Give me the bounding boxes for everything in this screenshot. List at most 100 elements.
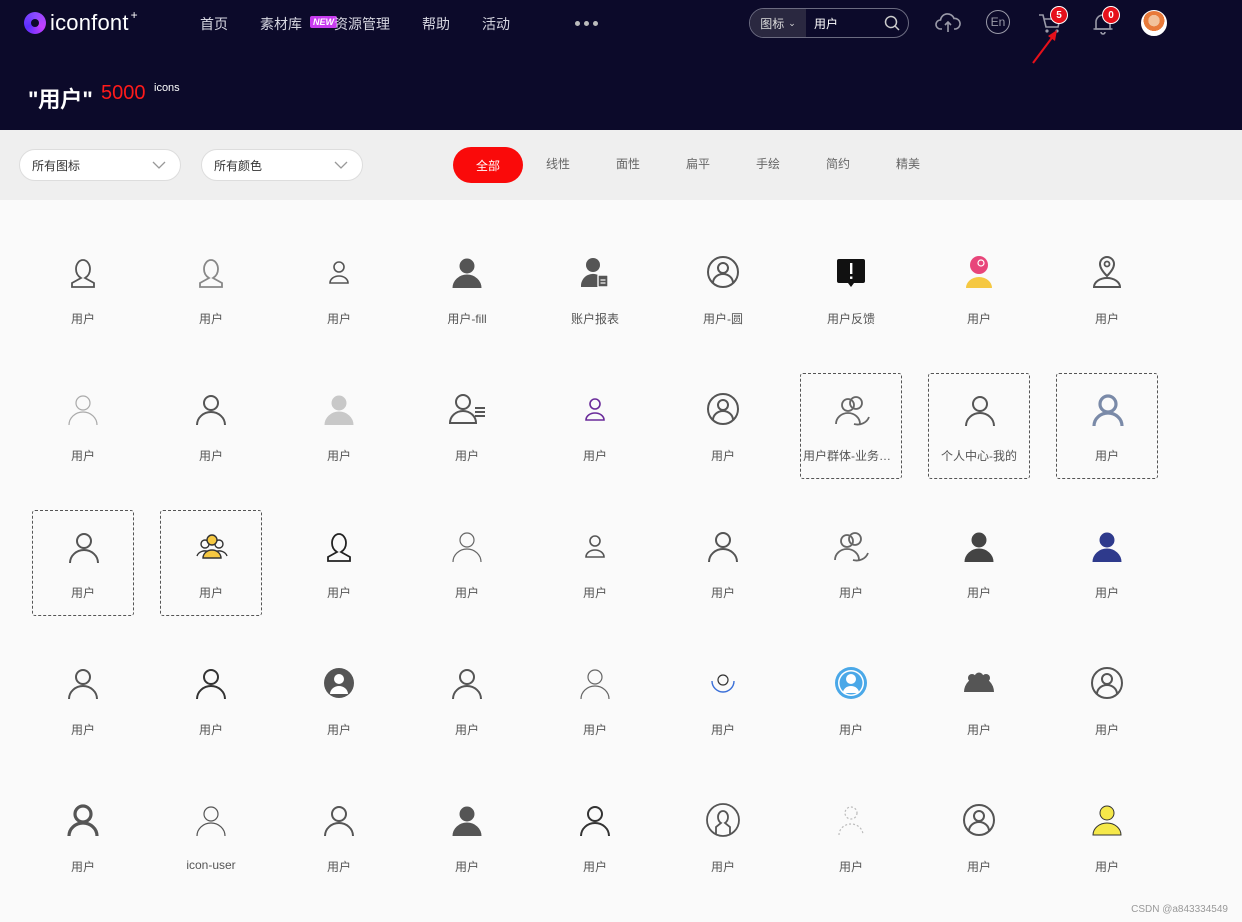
icon-card[interactable]: 用户 (160, 510, 262, 616)
icon-card[interactable]: 用户 (288, 784, 390, 890)
icon-label: 用户 (454, 586, 479, 600)
icon-label: 用户 (966, 723, 991, 737)
main-nav: 首页 素材库 NEW 资源管理 帮助 活动 (200, 14, 542, 34)
icon-type-select[interactable]: 所有图标 (19, 149, 181, 181)
icon-card[interactable]: 用户 (800, 510, 902, 616)
icon-label: 用户 (198, 586, 223, 600)
icon-label: 用户 (326, 586, 351, 600)
icon-card[interactable]: 用户 (416, 510, 518, 616)
icon-card[interactable]: 用户 (416, 373, 518, 479)
nav-home[interactable]: 首页 (200, 14, 228, 34)
tab-all[interactable]: 全部 (453, 147, 523, 183)
icon-label: 账户报表 (570, 312, 619, 326)
icon-label: 用户 (198, 312, 223, 326)
icon-card[interactable]: 用户 (544, 510, 646, 616)
icon-card[interactable]: 用户 (928, 510, 1030, 616)
nav-activity[interactable]: 活动 (482, 14, 510, 34)
icon-card[interactable]: 用户 (288, 647, 390, 753)
user-icon (452, 532, 482, 563)
icon-card[interactable]: 个人中心-我的 (928, 373, 1030, 479)
icon-card[interactable]: 用户 (32, 784, 134, 890)
icon-card[interactable]: icon-user (160, 784, 262, 890)
icon-label: 用户 (1094, 312, 1119, 326)
user-icon (834, 532, 869, 562)
icon-card[interactable]: 用户 (672, 784, 774, 890)
icon-label: 用户 (454, 449, 479, 463)
user-icon (1092, 532, 1122, 563)
icon-card[interactable]: 用户 (928, 236, 1030, 342)
icon-card[interactable]: 用户 (544, 373, 646, 479)
icon-label: 用户 (326, 312, 351, 326)
user-icon (452, 669, 482, 700)
tab-fine[interactable]: 精美 (896, 155, 920, 172)
icon-label: 用户 (198, 449, 223, 463)
icon-card[interactable]: 用户 (32, 373, 134, 479)
icon-card[interactable]: 用户群体-业务查询 (800, 373, 902, 479)
icon-card[interactable]: 用户 (928, 784, 1030, 890)
icon-label: 用户 (1094, 586, 1119, 600)
logo[interactable]: iconfont + (24, 8, 138, 36)
nav-resources[interactable]: 资源管理 (334, 14, 390, 34)
search-icon[interactable] (884, 15, 900, 31)
search-type-select[interactable]: 图标 ⌄ (750, 9, 806, 37)
color-select[interactable]: 所有颜色 (201, 149, 363, 181)
icon-card[interactable]: 用户 (800, 784, 902, 890)
icon-card[interactable]: 用户 (544, 647, 646, 753)
nav-help[interactable]: 帮助 (422, 14, 450, 34)
icon-card[interactable]: 用户 (32, 647, 134, 753)
icon-card[interactable]: 用户 (288, 510, 390, 616)
more-icon[interactable] (575, 21, 602, 26)
icon-card[interactable]: 用户 (800, 647, 902, 753)
icon-card[interactable]: 用户 (672, 373, 774, 479)
icon-card[interactable]: 用户 (160, 373, 262, 479)
icon-card[interactable]: 用户 (1056, 373, 1158, 479)
icon-card[interactable]: 用户 (416, 647, 518, 753)
icon-card[interactable]: 用户 (1056, 647, 1158, 753)
icon-card[interactable]: 用户 (928, 647, 1030, 753)
user-icon (324, 806, 354, 837)
tab-hand-drawn[interactable]: 手绘 (756, 155, 780, 172)
upload-cloud-icon[interactable] (935, 10, 961, 36)
icon-card[interactable]: 用户-fill (416, 236, 518, 342)
user-icon (452, 258, 482, 289)
tab-filled[interactable]: 面性 (616, 155, 640, 172)
icon-card[interactable]: 用户 (288, 236, 390, 342)
icon-card[interactable]: 用户 (672, 647, 774, 753)
color-value: 所有颜色 (214, 158, 263, 173)
icon-card[interactable]: 账户报表 (544, 236, 646, 342)
user-icon (835, 396, 870, 426)
icon-card[interactable]: 用户 (32, 510, 134, 616)
cart-count-badge: 5 (1050, 6, 1068, 24)
icon-label: 用户-fill (447, 312, 487, 326)
icon-card[interactable]: 用户 (160, 236, 262, 342)
tab-flat[interactable]: 扁平 (686, 155, 710, 172)
user-icon (580, 669, 610, 700)
icon-card[interactable]: 用户 (544, 784, 646, 890)
icon-card[interactable]: 用户 (1056, 510, 1158, 616)
icon-card[interactable]: 用户 (672, 510, 774, 616)
icon-label: 用户 (198, 723, 223, 737)
user-icon (964, 532, 994, 563)
tab-simple[interactable]: 简约 (826, 155, 850, 172)
logo-text: iconfont (50, 10, 129, 35)
icon-card[interactable]: 用户 (160, 647, 262, 753)
search-input[interactable] (814, 16, 874, 30)
icon-card[interactable]: 用户 (288, 373, 390, 479)
icon-card[interactable]: 用户 (1056, 784, 1158, 890)
icon-label: 用户 (582, 723, 607, 737)
icon-card[interactable]: 用户 (1056, 236, 1158, 342)
user-icon (835, 667, 867, 699)
icon-card[interactable]: 用户-圆 (672, 236, 774, 342)
icon-label: 用户-圆 (703, 312, 743, 326)
icon-grid: 用户 用户 用户 用户-fill 账户报表 用户-圆 用户反馈 用户 用户 用户 用户 用户 用户 用户用… (0, 200, 1242, 922)
icon-card[interactable]: 用户 (416, 784, 518, 890)
avatar[interactable] (1141, 10, 1167, 36)
nav-materials[interactable]: 素材库 NEW (260, 14, 337, 34)
icon-type-value: 所有图标 (32, 158, 81, 173)
user-icon (327, 533, 351, 562)
icon-card[interactable]: 用户反馈 (800, 236, 902, 342)
result-count: 5000 (101, 82, 146, 104)
icon-card[interactable]: 用户 (32, 236, 134, 342)
tab-linear[interactable]: 线性 (546, 155, 570, 172)
language-toggle[interactable]: En (986, 10, 1010, 34)
